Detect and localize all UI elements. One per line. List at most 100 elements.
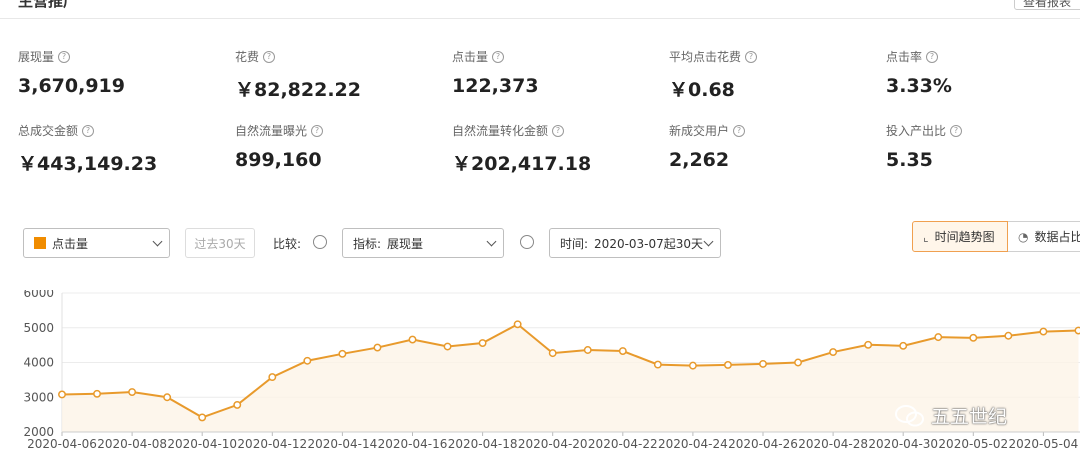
data-point[interactable] [93, 389, 102, 398]
metric-roi: 投入产出比? 5.35 [886, 122, 1080, 171]
y-tick-label: 4000 [23, 356, 54, 370]
x-tick-label: 2020-04-28 [798, 437, 868, 451]
watermark-text: 五五世纪 [931, 406, 1008, 428]
metric-value: 2,262 [669, 149, 730, 171]
watermark: 五五世纪 [895, 402, 1007, 429]
metric-label: 自然流量转化金额 [452, 124, 549, 138]
data-point[interactable] [443, 342, 452, 351]
help-icon[interactable]: ? [950, 124, 963, 137]
line-chart-icon: ⌞ [923, 229, 929, 244]
x-tick-label: 2020-04-22 [588, 437, 658, 451]
top-bar: 主营推广 查看报表 [0, 0, 1080, 19]
metric-label: 自然流量曝光 [235, 124, 308, 138]
compare-label: 比较: [273, 237, 302, 251]
data-point[interactable] [829, 348, 838, 357]
data-point[interactable] [513, 320, 522, 329]
help-icon[interactable]: ? [745, 50, 758, 63]
data-point[interactable] [759, 359, 767, 368]
data-point[interactable] [478, 339, 487, 347]
preset-range-button[interactable]: 过去30天 [185, 228, 255, 258]
data-point[interactable] [198, 413, 207, 422]
metric-label: 点击量 [452, 50, 489, 64]
metric-value: ￥443,149.23 [18, 153, 158, 175]
data-point[interactable] [618, 347, 627, 355]
data-point[interactable] [163, 393, 172, 402]
view-share-button[interactable]: ◔ 数据占比 [1008, 221, 1080, 252]
view-trend-label: 时间趋势图 [934, 230, 995, 244]
view-trend-button[interactable]: ⌞ 时间趋势图 [912, 221, 1008, 252]
metric-organic-exposure: 自然流量曝光? 899,160 [235, 122, 445, 171]
help-icon[interactable]: ? [263, 50, 276, 63]
x-tick-label: 2020-04-10 [167, 437, 237, 451]
data-point[interactable] [233, 400, 242, 409]
help-icon[interactable]: ? [552, 124, 565, 137]
data-point[interactable] [794, 358, 802, 367]
metric-spend: 花费? ￥82,822.22 [235, 48, 445, 102]
metric-value: 122,373 [452, 75, 539, 97]
metric-label: 点击率 [886, 50, 923, 64]
metric-select[interactable]: 点击量 [23, 228, 170, 258]
data-point[interactable] [653, 360, 662, 369]
metric-label: 投入产出比 [886, 124, 947, 138]
data-point[interactable] [268, 373, 277, 382]
time-compare-radio[interactable] [520, 235, 534, 249]
time-value: 2020-03-07起30天 [594, 236, 704, 251]
metric-value: ￥82,822.22 [235, 79, 361, 101]
time-select[interactable]: 时间: 2020-03-07起30天 [549, 228, 721, 258]
x-tick-label: 2020-04-12 [237, 437, 307, 451]
help-icon[interactable]: ? [58, 50, 71, 63]
data-point[interactable] [688, 361, 697, 370]
data-point[interactable] [408, 335, 417, 344]
y-tick-label: 3000 [23, 390, 54, 404]
help-icon[interactable]: ? [492, 50, 505, 63]
data-point[interactable] [724, 360, 732, 369]
trend-chart: 20003000400050006000 2020-04-06 2020-04-0… [23, 290, 1080, 451]
pie-chart-icon: ◔ [1018, 229, 1029, 244]
y-tick-label: 5000 [23, 321, 54, 335]
data-point[interactable] [1039, 327, 1048, 336]
data-point[interactable] [548, 349, 557, 358]
chevron-down-icon [486, 236, 497, 247]
metric-avg-cpc: 平均点击花费? ￥0.68 [669, 48, 879, 102]
preset-range-label: 过去30天 [194, 236, 246, 251]
data-point[interactable] [58, 390, 66, 399]
x-tick-label: 2020-04-26 [728, 437, 798, 451]
data-point[interactable] [864, 340, 873, 349]
metric-value: 3,670,919 [18, 75, 125, 97]
data-point[interactable] [1074, 326, 1080, 335]
help-icon[interactable]: ? [926, 50, 939, 63]
chevron-down-icon [152, 236, 163, 247]
data-point[interactable] [338, 349, 347, 358]
data-point[interactable] [128, 388, 137, 396]
x-tick-label: 2020-04-16 [378, 437, 448, 451]
help-icon[interactable]: ? [311, 124, 324, 137]
metric-value: ￥0.68 [669, 79, 735, 101]
page-title: 主营推广 [18, 0, 79, 10]
x-tick-label: 2020-05-02 [938, 437, 1008, 451]
help-icon[interactable]: ? [82, 124, 95, 137]
metric-impressions: 展现量? 3,670,919 [18, 48, 228, 97]
data-point[interactable] [899, 341, 908, 350]
metric-organic-conversion: 自然流量转化金额? ￥202,417.18 [452, 122, 662, 176]
x-tick-label: 2020-04-14 [308, 437, 378, 451]
data-point[interactable] [373, 343, 382, 352]
x-tick-label: 2020-04-20 [518, 437, 588, 451]
metric-total-gmv: 总成交金额? ￥443,149.23 [18, 122, 228, 176]
metric-label: 花费 [235, 50, 260, 64]
metric-clicks: 点击量? 122,373 [452, 48, 662, 97]
time-label: 时间: [560, 236, 589, 251]
view-share-label: 数据占比 [1034, 230, 1080, 244]
data-point[interactable] [969, 333, 978, 342]
x-tick-label: 2020-05-04 [1009, 437, 1079, 451]
compare-radio[interactable] [313, 235, 327, 249]
metric-label: 平均点击花费 [669, 50, 742, 64]
y-tick-label: 6000 [23, 290, 54, 300]
data-point[interactable] [303, 356, 312, 365]
data-point[interactable] [583, 346, 592, 354]
data-point[interactable] [1004, 331, 1013, 340]
x-tick-label: 2020-04-24 [658, 437, 728, 451]
help-icon[interactable]: ? [733, 124, 746, 137]
indicator-select[interactable]: 指标: 展现量 [342, 228, 504, 258]
data-point[interactable] [934, 333, 943, 342]
view-report-button[interactable]: 查看报表 [1014, 0, 1080, 10]
